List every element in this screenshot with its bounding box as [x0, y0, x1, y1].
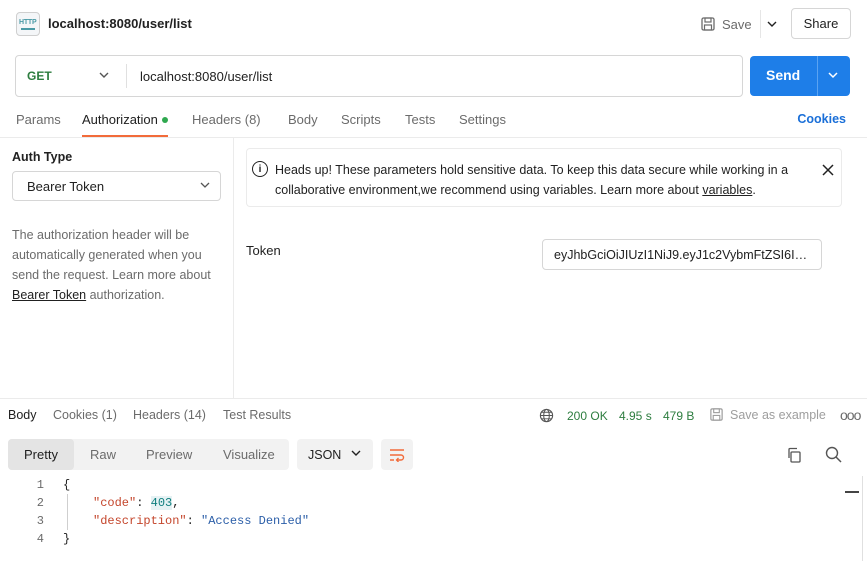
globe-icon[interactable]: [539, 408, 554, 423]
save-button[interactable]: Save: [700, 10, 756, 38]
response-tab-headers[interactable]: Headers (14): [133, 408, 206, 422]
send-label: Send: [766, 67, 801, 83]
json-key: "description": [93, 514, 187, 528]
wrap-lines-button[interactable]: [381, 439, 413, 470]
format-preview[interactable]: Preview: [146, 439, 192, 470]
url-input[interactable]: [140, 65, 730, 87]
save-options-button[interactable]: [760, 10, 782, 38]
save-as-example-label: Save as example: [730, 407, 826, 422]
info-icon: i: [252, 161, 268, 177]
variables-link[interactable]: variables: [702, 183, 752, 197]
tab-label: Authorization: [82, 112, 158, 127]
response-time[interactable]: 4.95 s: [619, 409, 652, 423]
notice-suffix: .: [752, 183, 756, 197]
auth-type-label: Auth Type: [12, 150, 73, 164]
code-punct: ,: [172, 496, 180, 510]
chevron-down-icon: [99, 72, 109, 78]
json-value: "Access Denied": [201, 514, 310, 528]
response-tab-test-results[interactable]: Test Results: [223, 408, 291, 422]
save-as-example-button[interactable]: Save as example: [709, 407, 826, 422]
auth-description: The authorization header will be automat…: [12, 225, 224, 305]
scroll-indicator[interactable]: [845, 491, 859, 493]
cookies-link[interactable]: Cookies: [797, 112, 846, 126]
chevron-down-icon: [767, 21, 776, 27]
tab-headers[interactable]: Headers (8): [192, 112, 261, 127]
request-tabs: Params Authorization Headers (8) Body Sc…: [0, 104, 867, 138]
copy-icon[interactable]: [786, 447, 802, 463]
send-button[interactable]: Send: [750, 56, 850, 96]
code-line: 3 "description": "Access Denied": [0, 512, 400, 530]
request-header: HTTP localhost:8080/user/list Save Share: [0, 0, 867, 48]
active-indicator-dot: [161, 116, 168, 123]
bearer-token-link[interactable]: Bearer Token: [12, 288, 86, 302]
response-size[interactable]: 479 B: [663, 409, 694, 423]
vertical-scrollbar[interactable]: [862, 476, 863, 561]
http-badge-text: HTTP: [19, 19, 37, 26]
code-line: 4 }: [0, 530, 300, 548]
tab-authorization[interactable]: Authorization: [82, 112, 168, 127]
http-request-icon: HTTP: [16, 12, 40, 36]
wrap-lines-icon: [390, 448, 405, 462]
format-visualize[interactable]: Visualize: [223, 439, 275, 470]
tab-settings[interactable]: Settings: [459, 112, 506, 127]
line-number: 3: [36, 514, 44, 528]
chevron-down-icon[interactable]: [827, 69, 839, 81]
auth-type-select[interactable]: Bearer Token: [12, 171, 221, 201]
token-label: Token: [246, 243, 281, 258]
search-icon[interactable]: [825, 446, 842, 463]
sensitive-data-notice: i Heads up! These parameters hold sensit…: [246, 148, 842, 207]
save-icon: [701, 17, 715, 31]
auth-desc-text: The authorization header will be automat…: [12, 228, 211, 282]
save-label: Save: [722, 16, 752, 32]
share-button[interactable]: Share: [791, 8, 851, 39]
auth-desc-suffix: authorization.: [86, 288, 165, 302]
chevron-down-icon: [351, 450, 361, 456]
response-tab-body[interactable]: Body: [8, 408, 37, 422]
status-code[interactable]: 200 OK: [567, 409, 608, 423]
more-options-icon[interactable]: ooo: [840, 407, 861, 423]
chevron-down-icon: [200, 182, 210, 188]
response-tab-cookies[interactable]: Cookies (1): [53, 408, 117, 422]
language-select[interactable]: JSON: [297, 439, 373, 470]
request-title[interactable]: localhost:8080/user/list: [48, 16, 192, 31]
tab-tests[interactable]: Tests: [405, 112, 435, 127]
active-tab-underline: [82, 135, 168, 137]
tab-scripts[interactable]: Scripts: [341, 112, 381, 127]
url-bar: GET: [15, 55, 743, 97]
response-bar: Body Cookies (1) Headers (14) Test Resul…: [0, 398, 867, 432]
notice-text: Heads up! These parameters hold sensitiv…: [275, 160, 815, 200]
json-value: 403: [150, 496, 173, 510]
code-line: 1 {: [0, 476, 300, 494]
auth-type-value: Bearer Token: [27, 179, 105, 194]
line-number: 4: [36, 532, 44, 546]
code-line: 2 "code": 403,: [0, 494, 400, 512]
auth-type-panel: Auth Type Bearer Token The authorization…: [0, 138, 234, 398]
format-pretty[interactable]: Pretty: [8, 439, 74, 470]
method-label: GET: [27, 69, 52, 83]
line-number: 2: [36, 496, 44, 510]
language-value: JSON: [308, 447, 342, 462]
format-tabs: Pretty Raw Preview Visualize: [8, 439, 289, 470]
code-text: }: [63, 532, 71, 546]
tab-body[interactable]: Body: [288, 112, 318, 127]
tab-params[interactable]: Params: [16, 112, 61, 127]
format-raw[interactable]: Raw: [90, 439, 116, 470]
line-number: 1: [36, 478, 44, 492]
token-input[interactable]: [542, 239, 822, 270]
save-icon: [710, 408, 723, 421]
json-key: "code": [93, 496, 137, 510]
close-icon[interactable]: [821, 163, 835, 177]
code-text: {: [63, 478, 71, 492]
